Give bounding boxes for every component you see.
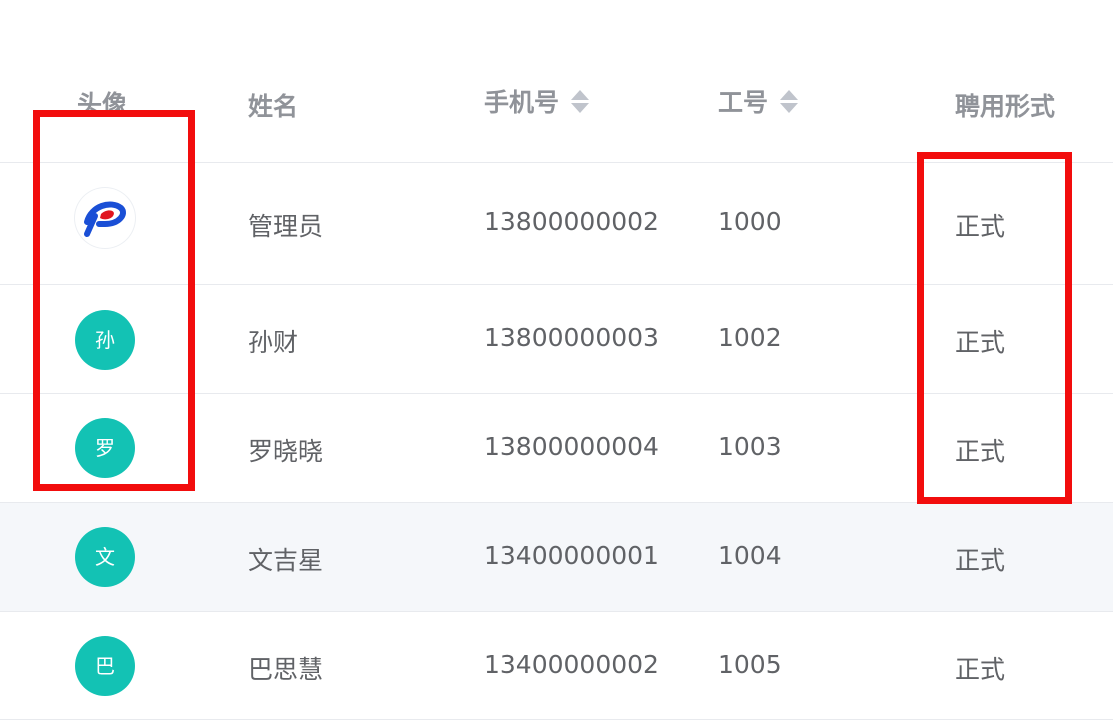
sort-icon[interactable] [571,88,590,114]
cell-employee-no: 1000 [718,207,782,236]
sort-icon[interactable] [780,88,799,114]
avatar: 文 [75,527,135,587]
cell-phone: 13800000003 [484,323,659,352]
sort-ascending-icon[interactable] [780,90,799,100]
sort-descending-icon[interactable] [571,103,590,113]
cell-employee-no: 1002 [718,323,782,352]
column-header-employment-form: 聘用形式 [955,70,1055,140]
annotation-box-employment-column [917,152,1072,504]
column-header-name: 姓名 [248,70,298,140]
cell-name: 孙财 [248,328,299,357]
cell-phone: 13800000002 [484,207,659,236]
column-header-employee-no-label: 工号 [718,88,769,117]
annotation-box-avatar-column [33,110,195,491]
sort-descending-icon[interactable] [780,103,799,113]
cell-employment-form: 正式 [955,655,1006,684]
cell-employee-no: 1003 [718,432,782,461]
cell-phone: 13400000001 [484,541,659,570]
cell-name: 管理员 [248,212,324,241]
cell-name: 罗晓晓 [248,437,324,466]
cell-employee-no: 1004 [718,541,782,570]
column-header-employee-no[interactable]: 工号 [718,68,799,138]
cell-employment-form: 正式 [955,546,1006,575]
table-row[interactable]: 文 文吉星 13400000001 1004 正式 [0,503,1113,612]
cell-phone: 13400000002 [484,650,659,679]
column-header-name-label: 姓名 [248,92,299,121]
table-row[interactable]: 巴 巴思慧 13400000002 1005 正式 [0,612,1113,720]
cell-phone: 13800000004 [484,432,659,461]
cell-name: 巴思慧 [248,655,324,684]
cell-employee-no: 1005 [718,650,782,679]
column-header-phone[interactable]: 手机号 [484,68,590,138]
avatar: 巴 [75,636,135,696]
sort-ascending-icon[interactable] [571,90,590,100]
column-header-phone-label: 手机号 [484,88,560,117]
column-header-employment-form-label: 聘用形式 [955,92,1056,121]
cell-name: 文吉星 [248,546,324,575]
